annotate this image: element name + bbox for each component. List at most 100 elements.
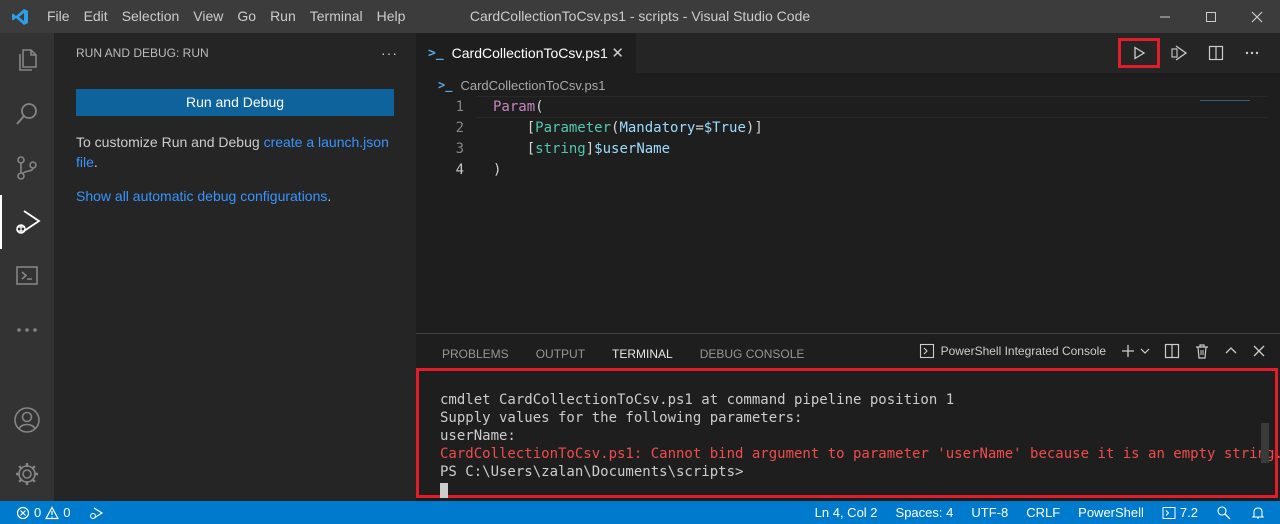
play-icon <box>1134 46 1146 60</box>
warning-count: 0 <box>63 505 71 520</box>
sidebar-header: RUN AND DEBUG: RUN ··· <box>54 33 416 73</box>
powershell-icon <box>16 266 38 285</box>
tab-close-icon[interactable]: ✕ <box>611 44 624 62</box>
new-terminal-button[interactable] <box>1120 343 1150 359</box>
terminal-scrollbar[interactable] <box>1261 423 1269 463</box>
line-number: 1 <box>455 99 464 115</box>
editor-more-button[interactable] <box>1236 38 1268 68</box>
powershell-version[interactable]: 7.2 <box>1162 505 1198 520</box>
terminal-selector[interactable]: PowerShell Integrated Console <box>919 343 1106 359</box>
code-token: Mandatory <box>619 120 696 136</box>
close-icon[interactable] <box>1252 344 1266 358</box>
terminal-line: Supply values for the following paramete… <box>440 410 803 426</box>
menu-help[interactable]: Help <box>370 0 413 33</box>
split-editor-button[interactable] <box>1200 38 1232 68</box>
menu-run[interactable]: Run <box>263 0 303 33</box>
close-icon <box>1251 11 1263 22</box>
tab-terminal[interactable]: TERMINAL <box>612 334 673 370</box>
accounts-button[interactable] <box>0 393 54 447</box>
breadcrumb[interactable]: >_ CardCollectionToCsv.ps1 <box>416 73 1280 97</box>
feedback-icon[interactable] <box>1216 505 1232 521</box>
sidebar-title: RUN AND DEBUG: RUN <box>76 46 209 60</box>
run-and-debug-button[interactable] <box>0 195 54 249</box>
code-line[interactable]: 3 [string]$userName <box>416 139 1196 160</box>
tab-debug-console[interactable]: DEBUG CONSOLE <box>700 334 805 370</box>
cursor-position[interactable]: Ln 4, Col 2 <box>815 505 878 520</box>
powershell-button[interactable] <box>0 249 54 303</box>
notifications-icon[interactable] <box>1250 505 1266 521</box>
terminal-output[interactable]: cmdlet CardCollectionToCsv.ps1 at comman… <box>416 368 1280 498</box>
indentation[interactable]: Spaces: 4 <box>896 505 954 520</box>
line-number: 2 <box>455 120 464 136</box>
menu-view[interactable]: View <box>186 0 230 33</box>
explorer-button[interactable] <box>0 33 54 87</box>
source-control-button[interactable] <box>0 141 54 195</box>
terminal-name: PowerShell Integrated Console <box>940 344 1106 358</box>
activity-bar <box>0 33 54 501</box>
powershell-version-label: 7.2 <box>1179 505 1198 520</box>
code-token: ] <box>585 141 595 157</box>
tab-label: CardCollectionToCsv.ps1 <box>451 45 608 61</box>
account-icon <box>14 407 40 433</box>
powershell-file-icon: >_ <box>428 45 444 61</box>
run-file-button[interactable] <box>1118 38 1160 68</box>
code-line[interactable]: 2 [Parameter(Mandatory=$True)] <box>416 118 1196 139</box>
split-terminal-icon[interactable] <box>1164 343 1180 359</box>
code-token: Param <box>493 99 536 115</box>
code-editor[interactable]: 1 Param(2 [Parameter(Mandatory=$True)] 3 [… <box>416 97 1196 181</box>
minimize-button[interactable] <box>1142 0 1188 33</box>
code-line[interactable]: 4) <box>416 160 1196 181</box>
terminal-line: PS C:\Users\zalan\Documents\scripts> <box>440 464 744 480</box>
run-debug-icon <box>16 210 41 234</box>
sidebar-more-icon[interactable]: ··· <box>381 45 398 61</box>
code-token: string <box>535 141 586 157</box>
language-mode[interactable]: PowerShell <box>1078 505 1144 520</box>
warning-icon <box>45 505 60 519</box>
terminal-error-line: CardCollectionToCsv.ps1: Cannot bind arg… <box>440 446 1280 462</box>
menu-edit[interactable]: Edit <box>77 0 115 33</box>
menu-terminal[interactable]: Terminal <box>303 0 370 33</box>
menu-file[interactable]: File <box>40 0 77 33</box>
end-of-line[interactable]: CRLF <box>1026 505 1060 520</box>
show-all-configs: Show all automatic debug configurations. <box>76 186 331 206</box>
menu-selection[interactable]: Selection <box>115 0 187 33</box>
ellipsis-icon <box>17 328 37 332</box>
window-controls <box>1142 0 1280 33</box>
chevron-down-icon <box>1140 348 1150 354</box>
maximize-button[interactable] <box>1188 0 1234 33</box>
close-button[interactable] <box>1234 0 1280 33</box>
chevron-up-icon[interactable] <box>1224 344 1238 358</box>
run-selection-button[interactable] <box>1164 38 1196 68</box>
search-button[interactable] <box>0 87 54 141</box>
terminal-line: cmdlet CardCollectionToCsv.ps1 at comman… <box>440 392 955 408</box>
panel-actions: PowerShell Integrated Console <box>919 343 1266 359</box>
minimap[interactable] <box>1200 100 1250 101</box>
terminal-icon <box>1162 506 1176 519</box>
line-number: 3 <box>455 141 464 157</box>
code-token: [ <box>493 120 536 136</box>
customize-label: To customize Run and Debug <box>76 134 264 150</box>
run-and-debug-button-main[interactable]: Run and Debug <box>76 89 394 116</box>
error-icon <box>16 506 30 519</box>
code-line[interactable]: 1 Param( <box>416 97 1196 118</box>
breadcrumb-file: CardCollectionToCsv.ps1 <box>460 77 606 93</box>
tab-problems[interactable]: PROBLEMS <box>442 334 509 370</box>
line-number: 4 <box>455 162 464 178</box>
problems-status[interactable]: 0 0 <box>16 505 70 520</box>
ellipsis-icon <box>1245 51 1259 55</box>
trash-icon[interactable] <box>1194 343 1210 359</box>
split-editor-icon <box>1208 45 1224 61</box>
menu-go[interactable]: Go <box>230 0 263 33</box>
tab-cardcollectiontocsv[interactable]: >_ CardCollectionToCsv.ps1 ✕ <box>416 33 636 73</box>
line-content: Param( <box>493 97 544 118</box>
more-views-button[interactable] <box>0 303 54 357</box>
debug-status-icon[interactable] <box>88 505 104 521</box>
code-token: ) <box>493 162 502 178</box>
code-token: [ <box>493 141 536 157</box>
tab-output[interactable]: OUTPUT <box>536 334 585 370</box>
code-token: Parameter <box>535 120 612 136</box>
encoding[interactable]: UTF-8 <box>971 505 1008 520</box>
manage-button[interactable] <box>0 447 54 501</box>
show-all-configs-link[interactable]: Show all automatic debug configurations <box>76 188 327 204</box>
show-all-suffix: . <box>327 188 332 204</box>
